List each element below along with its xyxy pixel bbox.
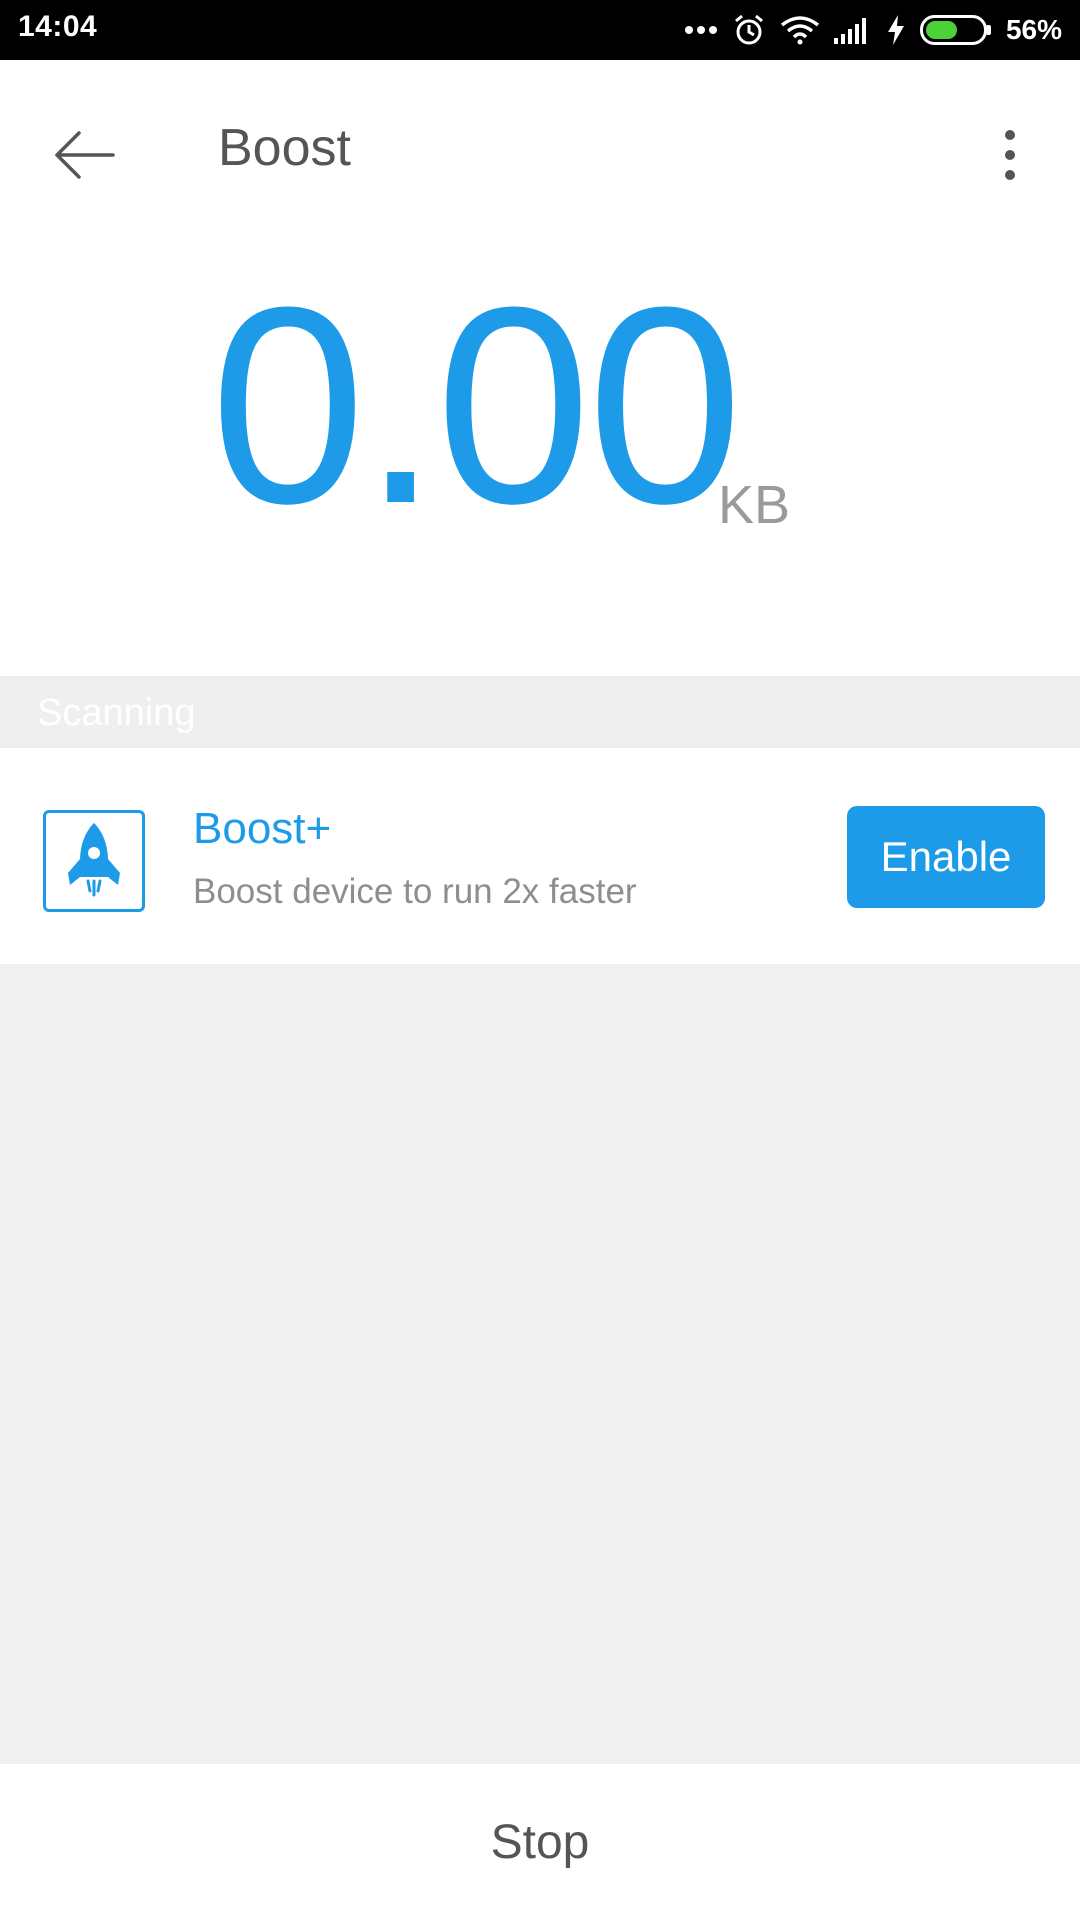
status-bar: 14:04 56% <box>0 0 1080 60</box>
app-bar: Boost <box>0 60 1080 236</box>
more-dots-icon <box>684 24 718 36</box>
charging-icon <box>886 15 906 45</box>
alarm-icon <box>732 13 766 47</box>
enable-button[interactable]: Enable <box>847 806 1045 908</box>
boost-plus-card: Boost+ Boost device to run 2x faster Ena… <box>0 748 1080 964</box>
boost-screen: 14:04 56% Boost 0.00 KB Scanning Boost+ … <box>0 0 1080 1920</box>
stop-button[interactable]: Stop <box>431 1795 650 1890</box>
arrow-back-icon <box>53 130 117 185</box>
wifi-icon <box>780 15 820 45</box>
cleaned-size-value: 0.00 <box>210 250 743 562</box>
results-list-area <box>0 964 1080 1764</box>
battery-percent: 56% <box>1005 14 1062 45</box>
boost-plus-subtitle: Boost device to run 2x faster <box>193 872 637 911</box>
status-time: 14:04 <box>18 10 98 43</box>
cleaned-size-readout: 0.00 KB <box>0 236 1080 676</box>
scanning-band: Scanning <box>0 676 1080 748</box>
back-button[interactable] <box>40 112 130 202</box>
cleaned-size-unit: KB <box>718 475 791 535</box>
more-vert-icon <box>1003 129 1017 186</box>
rocket-icon <box>64 821 124 902</box>
scanning-label: Scanning <box>37 692 196 734</box>
boost-plus-title: Boost+ <box>193 804 332 853</box>
signal-icon <box>833 16 872 44</box>
bottom-bar: Stop <box>0 1764 1080 1920</box>
page-title: Boost <box>218 119 351 177</box>
boost-plus-icon-box <box>43 810 145 912</box>
more-options-button[interactable] <box>970 112 1050 202</box>
status-icons: 56% <box>684 0 1062 60</box>
battery-icon <box>919 15 992 45</box>
